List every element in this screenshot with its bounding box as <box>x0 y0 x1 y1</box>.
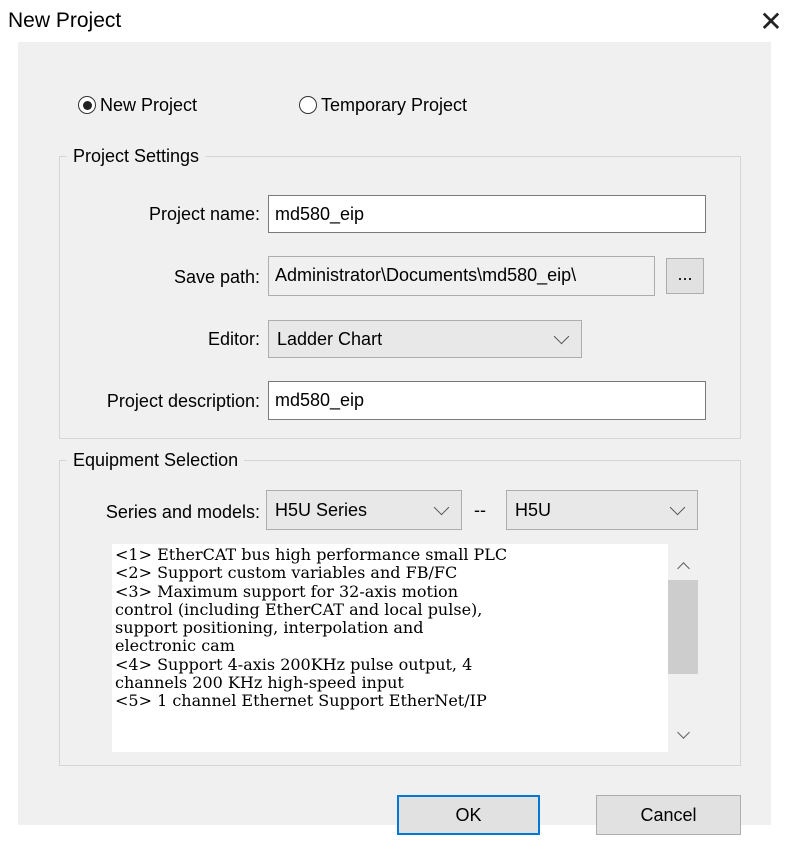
radio-selected-icon <box>78 96 96 114</box>
project-name-input[interactable]: md580_eip <box>268 195 706 233</box>
editor-select-value: Ladder Chart <box>277 328 383 349</box>
editor-select[interactable]: Ladder Chart <box>268 320 582 358</box>
temporary-project-label: Temporary Project <box>321 94 468 115</box>
description-line: <4> Support 4-axis 200KHz pulse output, … <box>115 654 473 674</box>
new-project-radio[interactable]: New Project <box>78 92 197 118</box>
chevron-down-icon <box>433 499 450 515</box>
equipment-selection-legend: Equipment Selection <box>67 450 245 470</box>
ok-button[interactable]: OK <box>397 795 540 835</box>
project-description-label: Project description: <box>106 391 260 411</box>
model-description-textbox[interactable]: <1> EtherCAT bus high performance small … <box>112 544 668 752</box>
series-model-separator: -- <box>474 500 486 520</box>
chevron-down-icon <box>669 499 686 515</box>
project-name-label: Project name: <box>148 204 260 224</box>
new-project-label: New Project <box>100 94 198 115</box>
description-line: <1> EtherCAT bus high performance small … <box>115 545 508 564</box>
chevron-down-icon <box>553 328 570 344</box>
description-scrollbar[interactable] <box>668 544 698 752</box>
close-icon[interactable]: ✕ <box>754 2 788 42</box>
temporary-project-radio[interactable]: Temporary Project <box>299 92 467 118</box>
model-select[interactable]: H5U <box>506 490 698 530</box>
model-select-value: H5U <box>515 499 552 520</box>
save-path-field[interactable]: Administrator\Documents\md580_eip\ <box>268 256 655 296</box>
save-path-label: Save path: <box>173 267 260 287</box>
editor-label: Editor: <box>207 329 260 349</box>
cancel-button[interactable]: Cancel <box>596 795 741 835</box>
scroll-up-arrow-icon[interactable] <box>677 562 690 575</box>
description-line: <3> Maximum support for 32-axis motion <box>115 581 458 601</box>
radio-unselected-icon <box>299 96 317 114</box>
description-line: electronic cam <box>115 636 235 656</box>
scrollbar-thumb[interactable] <box>668 580 698 674</box>
description-line: <2> Support custom variables and FB/FC <box>115 563 458 583</box>
dialog-title: New Project <box>8 9 122 32</box>
project-description-input[interactable]: md580_eip <box>268 381 706 420</box>
description-line: support positioning, interpolation and <box>115 618 424 638</box>
description-line: control (including EtherCAT and local pu… <box>115 599 483 619</box>
series-select[interactable]: H5U Series <box>266 490 462 530</box>
project-settings-legend: Project Settings <box>67 146 206 166</box>
series-models-label: Series and models: <box>105 502 260 522</box>
scroll-down-arrow-icon[interactable] <box>677 726 690 739</box>
browse-button[interactable]: ... <box>666 258 704 294</box>
description-line: channels 200 KHz high-speed input <box>115 673 404 693</box>
series-select-value: H5U Series <box>275 499 368 520</box>
description-line: <5> 1 channel Ethernet Support EtherNet/… <box>115 691 487 711</box>
